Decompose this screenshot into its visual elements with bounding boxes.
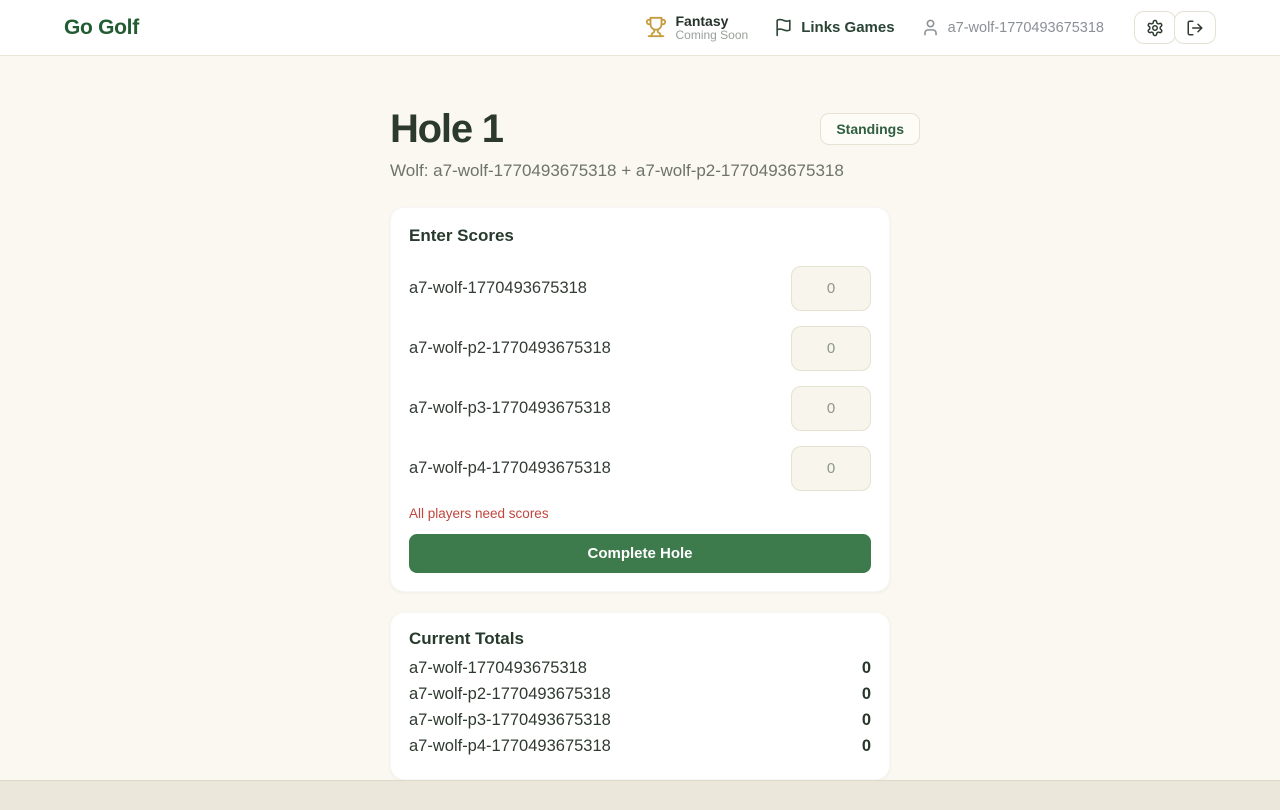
header-nav: Fantasy Coming Soon Links Games a7-wolf-… <box>645 11 1216 44</box>
total-value: 0 <box>862 733 871 759</box>
fantasy-sublabel: Coming Soon <box>675 29 748 43</box>
score-input-player3[interactable] <box>791 386 871 431</box>
trophy-icon <box>645 16 667 38</box>
title-row: Hole 1 Standings <box>390 106 890 152</box>
score-input-player2[interactable] <box>791 326 871 371</box>
brand-logo[interactable]: Go Golf <box>64 16 139 40</box>
links-games-label: Links Games <box>801 19 894 36</box>
player-name: a7-wolf-p3-1770493675318 <box>409 399 611 418</box>
current-user: a7-wolf-1770493675318 <box>921 18 1104 37</box>
footer-strip <box>0 780 1280 810</box>
total-player-name: a7-wolf-p3-1770493675318 <box>409 707 611 733</box>
score-row: a7-wolf-p4-1770493675318 <box>409 446 871 491</box>
player-name: a7-wolf-1770493675318 <box>409 279 587 298</box>
enter-scores-card: Enter Scores a7-wolf-1770493675318 a7-wo… <box>390 207 890 592</box>
logout-icon <box>1186 19 1204 37</box>
flag-icon <box>774 18 793 37</box>
standings-button[interactable]: Standings <box>820 113 920 145</box>
score-input-player4[interactable] <box>791 446 871 491</box>
username-text: a7-wolf-1770493675318 <box>948 20 1104 36</box>
user-icon <box>921 18 940 37</box>
total-value: 0 <box>862 655 871 681</box>
fantasy-label: Fantasy <box>675 13 748 29</box>
player-name: a7-wolf-p4-1770493675318 <box>409 459 611 478</box>
header-button-group <box>1134 11 1216 44</box>
total-row: a7-wolf-1770493675318 0 <box>409 655 871 681</box>
score-input-player1[interactable] <box>791 266 871 311</box>
total-value: 0 <box>862 707 871 733</box>
enter-scores-heading: Enter Scores <box>409 226 871 246</box>
current-totals-heading: Current Totals <box>409 629 871 649</box>
total-row: a7-wolf-p4-1770493675318 0 <box>409 733 871 759</box>
total-row: a7-wolf-p3-1770493675318 0 <box>409 707 871 733</box>
settings-button[interactable] <box>1134 11 1176 44</box>
total-player-name: a7-wolf-1770493675318 <box>409 655 587 681</box>
total-player-name: a7-wolf-p2-1770493675318 <box>409 681 611 707</box>
score-row: a7-wolf-p2-1770493675318 <box>409 326 871 371</box>
total-player-name: a7-wolf-p4-1770493675318 <box>409 733 611 759</box>
player-name: a7-wolf-p2-1770493675318 <box>409 339 611 358</box>
gear-icon <box>1146 19 1164 37</box>
score-row: a7-wolf-1770493675318 <box>409 266 871 311</box>
app-header: Go Golf Fantasy Coming Soon <box>0 0 1280 56</box>
current-totals-card: Current Totals a7-wolf-1770493675318 0 a… <box>390 612 890 780</box>
page-title: Hole 1 <box>390 106 503 152</box>
nav-item-links-games[interactable]: Links Games <box>774 18 894 37</box>
total-value: 0 <box>862 681 871 707</box>
fantasy-text: Fantasy Coming Soon <box>675 13 748 43</box>
score-row: a7-wolf-p3-1770493675318 <box>409 386 871 431</box>
complete-hole-button[interactable]: Complete Hole <box>409 534 871 573</box>
validation-error-text: All players need scores <box>409 506 871 521</box>
total-row: a7-wolf-p2-1770493675318 0 <box>409 681 871 707</box>
nav-item-fantasy[interactable]: Fantasy Coming Soon <box>645 13 748 43</box>
page-subtitle: Wolf: a7-wolf-1770493675318 + a7-wolf-p2… <box>390 161 890 181</box>
main-content: Hole 1 Standings Wolf: a7-wolf-177049367… <box>0 56 1280 780</box>
logout-button[interactable] <box>1174 11 1216 44</box>
